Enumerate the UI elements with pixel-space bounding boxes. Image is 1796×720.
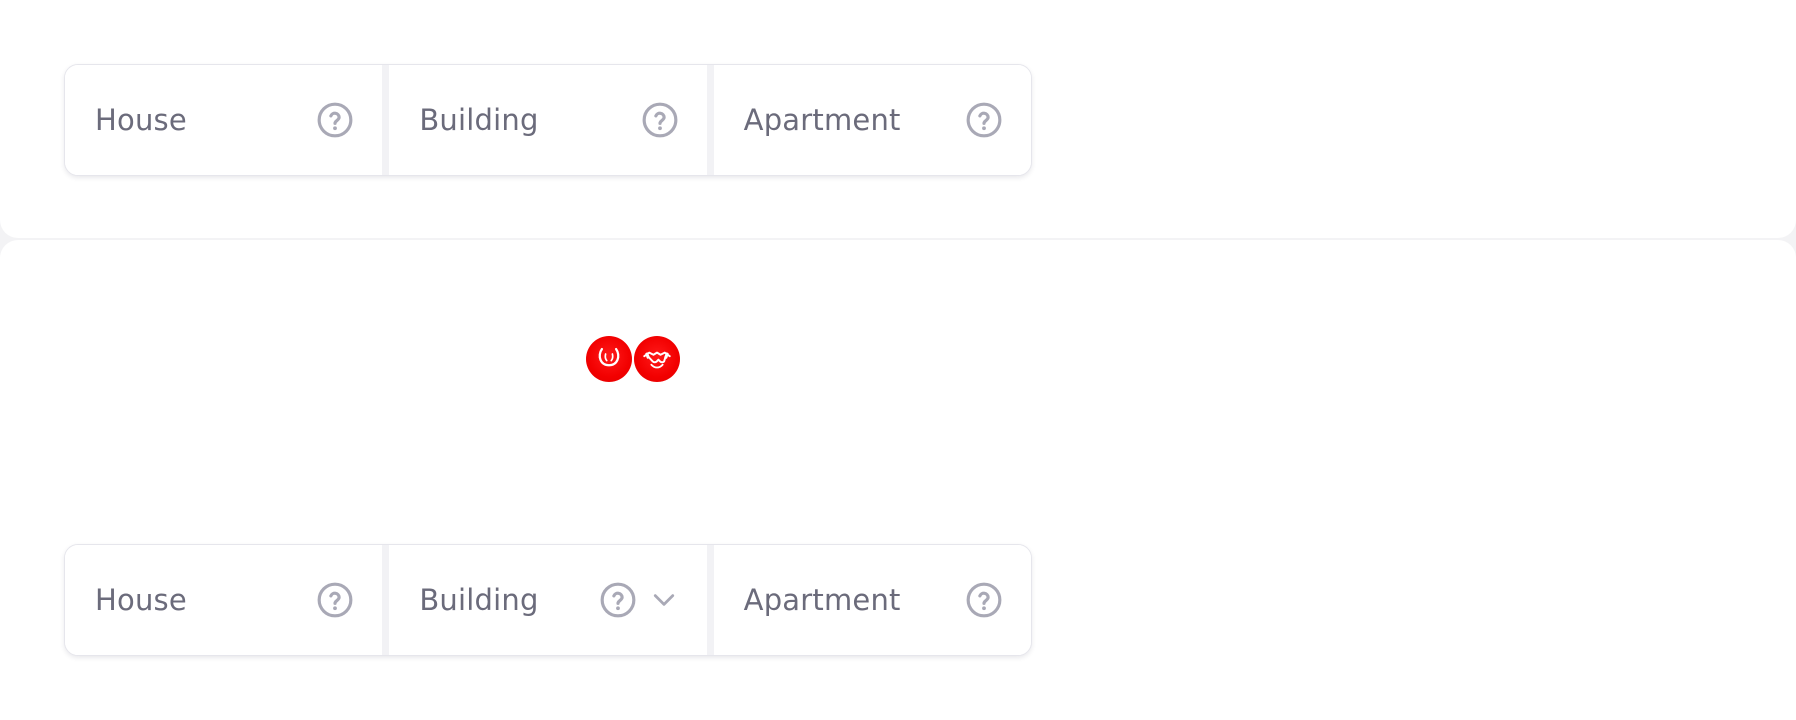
option-apartment[interactable]: Apartment: [706, 545, 1031, 655]
help-circle-icon[interactable]: [316, 581, 354, 619]
option-building[interactable]: Building: [382, 545, 707, 655]
option-house[interactable]: House: [65, 545, 383, 655]
help-circle-icon[interactable]: [965, 581, 1003, 619]
option-apartment[interactable]: Apartment: [706, 65, 1031, 175]
chevron-down-icon[interactable]: [649, 585, 679, 615]
option-label: Apartment: [743, 583, 901, 617]
help-circle-icon[interactable]: [599, 581, 637, 619]
bottom-panel: House Building Apartment: [0, 240, 1796, 720]
property-type-selector: House Building Apartment: [64, 544, 1032, 656]
option-label: Building: [419, 583, 539, 617]
help-circle-icon[interactable]: [965, 101, 1003, 139]
option-house[interactable]: House: [65, 65, 383, 175]
option-label: Apartment: [743, 103, 901, 137]
option-label: House: [95, 583, 187, 617]
help-circle-icon[interactable]: [316, 101, 354, 139]
help-circle-icon[interactable]: [641, 101, 679, 139]
top-panel: House Building Apartment: [0, 0, 1796, 238]
option-label: Building: [419, 103, 539, 137]
option-label: House: [95, 103, 187, 137]
property-type-selector: House Building Apartment: [64, 64, 1032, 176]
handshake-avatar-icon[interactable]: [634, 336, 680, 382]
option-building[interactable]: Building: [382, 65, 707, 175]
avatar-group: [586, 336, 680, 382]
horns-avatar-icon[interactable]: [586, 336, 632, 382]
